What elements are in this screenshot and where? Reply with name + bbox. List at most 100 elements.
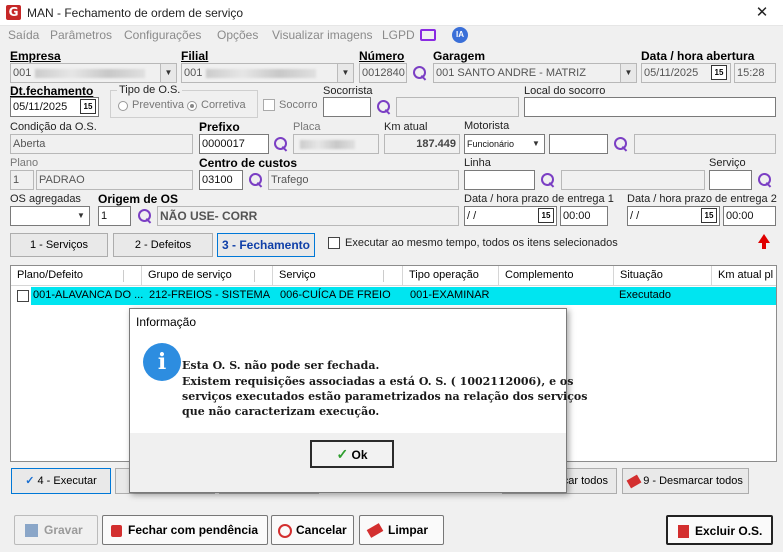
servico-field[interactable] <box>709 170 752 190</box>
dialog-title: Informação <box>130 309 566 335</box>
limpar-button[interactable]: Limpar <box>359 515 444 545</box>
prazo2-hora-field[interactable]: 00:00 <box>723 206 776 226</box>
row-servico: 006-CUÍCA DE FREIO <box>280 289 391 301</box>
origem-os-label: Origem de OS <box>98 192 179 206</box>
dt-fechamento-label: Dt.fechamento <box>10 84 94 98</box>
search-icon[interactable] <box>757 172 773 188</box>
filial-select[interactable]: 001 <box>181 63 354 83</box>
motorista-label: Motorista <box>464 120 510 132</box>
desmarcar-todos-button[interactable]: 9 - Desmarcar todos <box>622 468 749 494</box>
motorista-name-field <box>634 134 776 154</box>
placa-field <box>293 134 379 154</box>
prazo1-label: Data / hora prazo de entrega 1 <box>464 193 614 205</box>
search-icon[interactable] <box>248 172 264 188</box>
origem-code-field[interactable]: 1 <box>98 206 131 226</box>
lock-icon <box>111 524 122 537</box>
origem-name-field: NÃO USE- CORR <box>157 206 459 226</box>
socorrista-label: Socorrista <box>323 85 373 97</box>
motorista-code-field[interactable] <box>549 134 608 154</box>
garagem-select[interactable]: 001 SANTO ANDRE - MATRIZ <box>433 63 637 83</box>
corretiva-label: Corretiva <box>201 99 246 111</box>
column-filter-icon[interactable] <box>123 270 137 282</box>
column-filter-icon[interactable] <box>254 270 268 282</box>
row-situacao: Executado <box>619 289 671 301</box>
tab-defeitos[interactable]: 2 - Defeitos <box>113 233 213 257</box>
preventiva-radio[interactable] <box>118 101 128 111</box>
plano-code-field: 1 <box>10 170 34 190</box>
executar-button[interactable]: ✓ 4 - Executar <box>11 468 111 494</box>
search-icon[interactable] <box>613 136 629 152</box>
column-header-km-atual[interactable]: Km atual pl <box>712 266 776 286</box>
chevron-down-icon[interactable]: ▼ <box>160 64 176 82</box>
empresa-select[interactable]: 001 <box>10 63 177 83</box>
numero-field[interactable]: 0012840 <box>359 63 407 83</box>
chevron-down-icon[interactable]: ▼ <box>620 64 636 82</box>
socorro-label: Socorro <box>279 99 318 111</box>
km-atual-label: Km atual <box>384 121 428 133</box>
socorro-checkbox[interactable] <box>263 99 275 111</box>
calendar-icon[interactable]: 15 <box>80 99 96 114</box>
excluir-os-button[interactable]: Excluir O.S. <box>666 515 773 545</box>
ia-icon[interactable]: IA <box>452 27 468 43</box>
linha-field[interactable] <box>464 170 535 190</box>
local-socorro-field[interactable] <box>524 97 776 117</box>
tab-servicos[interactable]: 1 - Serviços <box>10 233 108 257</box>
chevron-down-icon[interactable]: ▼ <box>528 135 544 153</box>
dialog-message-line3: serviços executados estão parametrizados… <box>182 390 588 403</box>
row-plano: 001-ALAVANCA DO ... <box>33 289 144 301</box>
exec-all-checkbox[interactable] <box>328 237 340 249</box>
trash-icon <box>678 525 689 539</box>
menu-configuracoes[interactable]: Configurações <box>124 28 201 42</box>
monitor-icon[interactable] <box>420 29 436 41</box>
row-tipo-operacao: 001-EXAMINAR <box>410 289 490 301</box>
search-icon[interactable] <box>376 99 392 115</box>
eraser-icon <box>366 523 384 539</box>
info-dialog: Informação i Esta O. S. não pode ser fec… <box>129 308 587 493</box>
calendar-icon[interactable]: 15 <box>538 208 554 223</box>
dialog-message-line1: Esta O. S. não pode ser fechada. <box>182 359 380 372</box>
chevron-down-icon[interactable]: ▼ <box>73 207 89 225</box>
menu-parametros[interactable]: Parâmetros <box>50 28 112 42</box>
row-checkbox[interactable] <box>17 290 29 302</box>
search-icon[interactable] <box>412 65 428 81</box>
hora-abertura-field[interactable]: 15:28 <box>734 63 776 83</box>
cancelar-button[interactable]: Cancelar <box>271 515 354 545</box>
info-icon: i <box>143 343 181 381</box>
plano-label: Plano <box>10 157 39 169</box>
calendar-icon[interactable]: 15 <box>701 208 717 223</box>
menu-lgpd[interactable]: LGPD <box>382 28 415 42</box>
prefixo-field[interactable]: 0000017 <box>199 134 269 154</box>
gravar-button[interactable]: Gravar <box>14 515 98 545</box>
numero-label: Número <box>359 49 405 63</box>
prazo2-label: Data / hora prazo de entrega 2 <box>627 193 777 205</box>
column-header-situacao[interactable]: Situação <box>614 266 712 286</box>
column-header-tipo-operacao[interactable]: Tipo operação <box>403 266 499 286</box>
ok-button[interactable]: ✓ Ok <box>310 440 394 468</box>
prazo1-hora-field[interactable]: 00:00 <box>560 206 608 226</box>
search-icon[interactable] <box>273 136 289 152</box>
arrow-up-stem <box>762 242 766 249</box>
exec-all-label: Executar ao mesmo tempo, todos os itens … <box>345 237 618 249</box>
dialog-message-line2: Existem requisições associadas a está O.… <box>182 375 574 388</box>
linha-label: Linha <box>464 157 491 169</box>
menu-opcoes[interactable]: Opções <box>217 28 258 42</box>
chevron-down-icon[interactable]: ▼ <box>337 64 353 82</box>
filial-label: Filial <box>181 49 209 63</box>
fechar-pendencia-button[interactable]: Fechar com pendência <box>102 515 268 545</box>
column-header-complemento[interactable]: Complemento <box>499 266 614 286</box>
corretiva-radio[interactable] <box>187 101 197 111</box>
tab-fechamento[interactable]: 3 - Fechamento <box>217 233 315 257</box>
search-icon[interactable] <box>137 208 153 224</box>
menu-saida[interactable]: Saída <box>8 28 39 42</box>
socorrista-code-field[interactable] <box>323 97 371 117</box>
preventiva-label: Preventiva <box>132 99 184 111</box>
centro-code-field[interactable]: 03100 <box>199 170 243 190</box>
search-icon[interactable] <box>540 172 556 188</box>
menu-visualizar-imagens[interactable]: Visualizar imagens <box>272 28 373 42</box>
dialog-message-line4: que não caracterizam execução. <box>182 405 380 418</box>
close-icon[interactable]: ✕ <box>744 2 780 24</box>
window-title: MAN - Fechamento de ordem de serviço <box>27 6 244 20</box>
km-atual-field: 187.449 <box>384 134 460 154</box>
calendar-icon[interactable]: 15 <box>711 65 727 80</box>
column-filter-icon[interactable] <box>383 270 397 282</box>
